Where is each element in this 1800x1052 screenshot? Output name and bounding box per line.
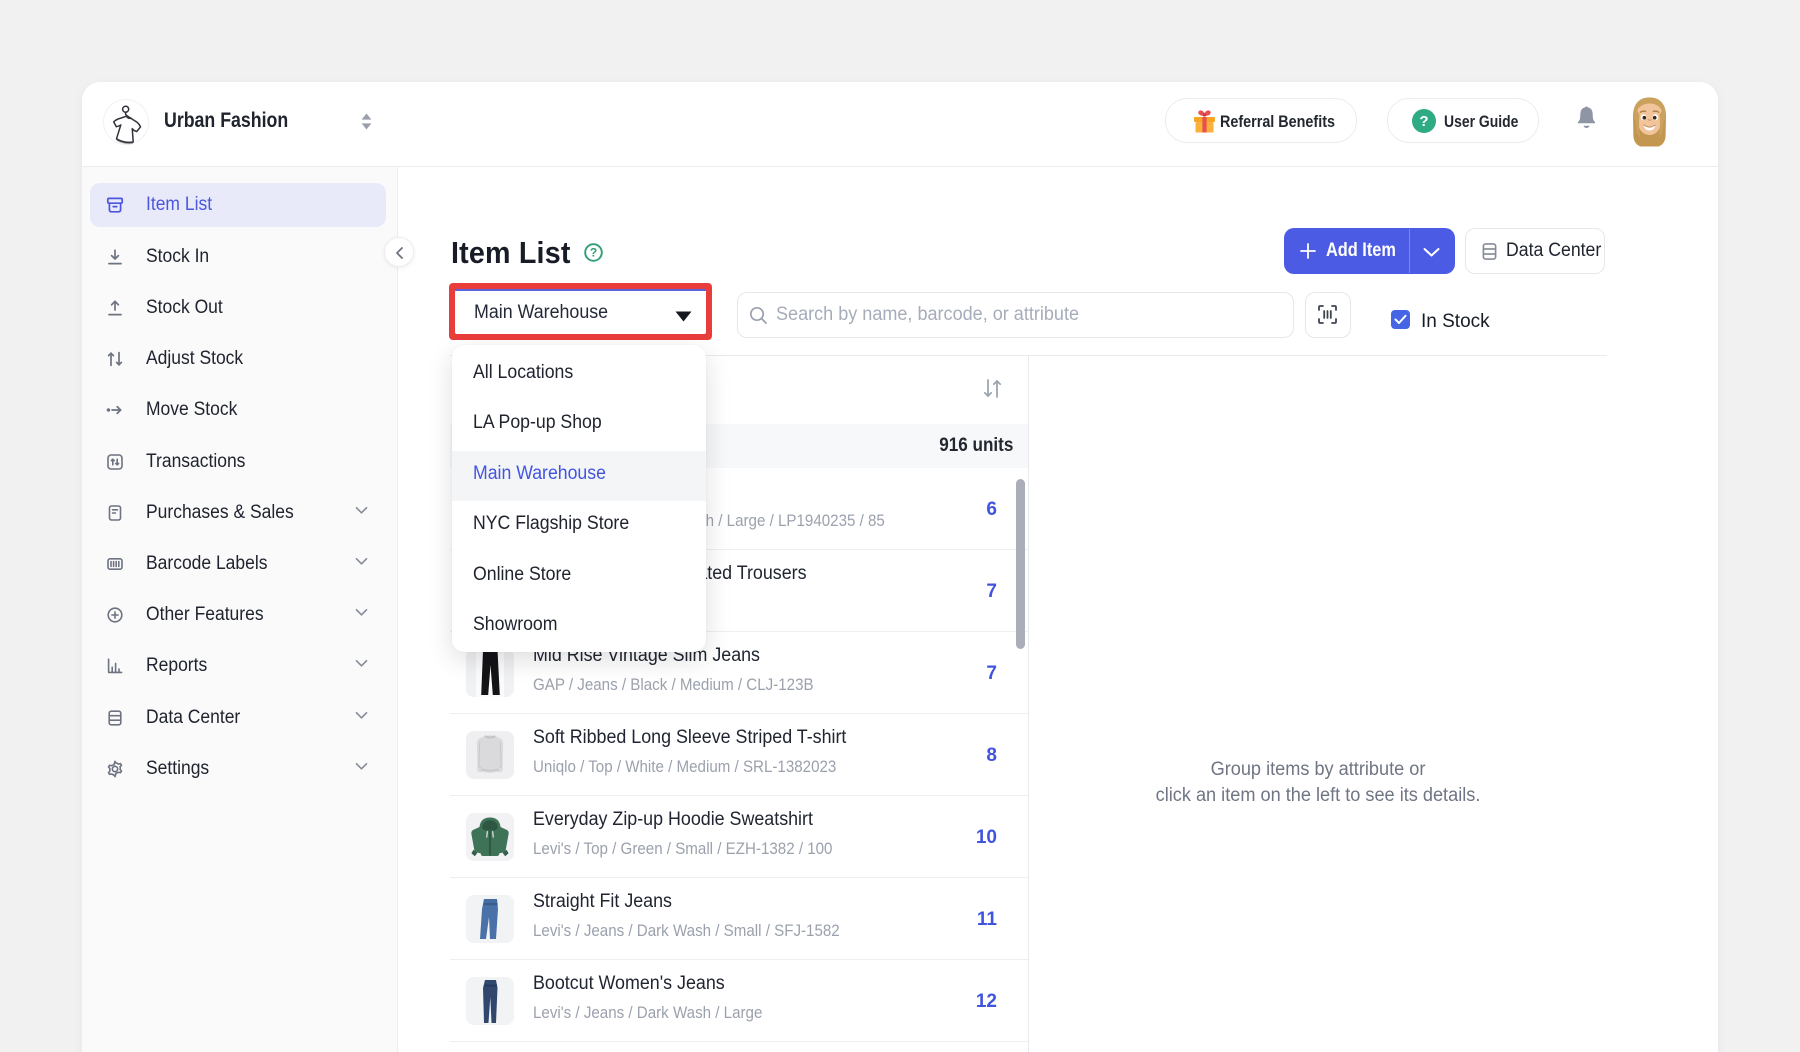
- svg-text:?: ?: [1419, 113, 1428, 130]
- svg-text:?: ?: [590, 246, 597, 260]
